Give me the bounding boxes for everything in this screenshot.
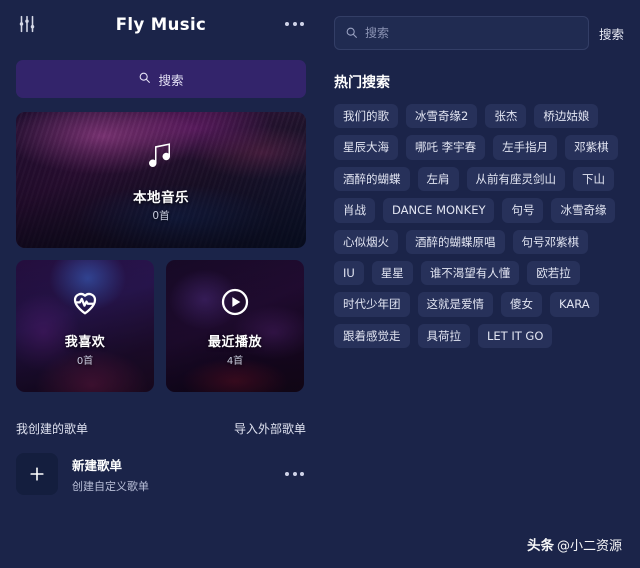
- new-playlist-row[interactable]: 新建歌单 创建自定义歌单: [16, 453, 306, 495]
- hot-search-tag[interactable]: 下山: [573, 166, 614, 192]
- watermark-handle: @小二资源: [556, 539, 622, 554]
- left-panel: Fly Music 搜索 本地音乐 0首 我喜欢 0首 最近播放 4首 我创建的…: [0, 0, 322, 568]
- search-button-label: 搜索: [158, 72, 184, 88]
- right-panel: 搜索 热门搜索 我们的歌冰雪奇缘2 张杰桥边姑娘星辰大海哪吒 李宇春左手指月邓紫棋…: [322, 0, 640, 568]
- local-music-overlay: 本地音乐 0首: [16, 112, 306, 248]
- recently-played-overlay: 最近播放 4首: [166, 260, 304, 392]
- music-note-icon: [143, 137, 179, 177]
- search-button[interactable]: 搜索: [16, 60, 306, 98]
- hot-search-tag[interactable]: 酒醉的蝴蝶: [334, 166, 410, 192]
- favorites-count: 0首: [76, 355, 94, 367]
- hot-search-tag[interactable]: IU: [334, 260, 364, 286]
- hot-search-tag[interactable]: 星辰大海: [334, 135, 398, 160]
- play-circle-icon: [219, 286, 251, 322]
- hot-search-tag[interactable]: 时代少年团: [334, 292, 410, 317]
- quick-access-cards: 我喜欢 0首 最近播放 4首: [16, 260, 306, 392]
- my-playlists-label: 我创建的歌单: [16, 422, 89, 436]
- hot-search-tag[interactable]: 句号邓紫棋: [512, 229, 588, 254]
- recently-played-title: 最近播放: [207, 334, 262, 350]
- favorites-title: 我喜欢: [64, 334, 106, 350]
- local-music-card[interactable]: 本地音乐 0首: [16, 112, 306, 248]
- favorites-card[interactable]: 我喜欢 0首: [16, 260, 154, 392]
- hot-search-tag[interactable]: DANCE MONKEY: [383, 198, 495, 223]
- hot-search-tag[interactable]: 星星: [371, 260, 413, 286]
- hot-search-tag[interactable]: 欧若拉: [527, 260, 580, 286]
- local-music-title: 本地音乐: [133, 190, 189, 206]
- hot-search-tag[interactable]: 跟着感觉走: [334, 323, 410, 348]
- hot-search-tag[interactable]: 哪吒 李宇春: [406, 135, 486, 160]
- hot-search-tag[interactable]: 张杰: [485, 104, 527, 129]
- new-playlist-text: 新建歌单 创建自定义歌单: [72, 455, 269, 494]
- title-bar: Fly Music: [16, 0, 306, 48]
- hot-search-tag[interactable]: 傻女: [501, 292, 542, 317]
- search-icon: [138, 71, 151, 87]
- playlist-more-icon[interactable]: [283, 468, 306, 480]
- search-submit-button[interactable]: 搜索: [599, 24, 624, 43]
- hot-search-tag[interactable]: 左肩: [417, 166, 459, 192]
- music-app-window: Fly Music 搜索 本地音乐 0首 我喜欢 0首 最近播放 4首 我创建的…: [0, 0, 640, 568]
- hot-search-tag[interactable]: LET IT GO: [478, 323, 553, 348]
- hot-searches-tag-list: 我们的歌 冰雪奇缘2 张杰 桥边姑娘星辰大海 哪吒 李宇春 左手指月 邓紫棋酒醉的蝴蝶 左肩从…: [334, 104, 624, 348]
- hot-search-tag[interactable]: 冰雪奇缘: [551, 198, 616, 223]
- import-playlist-button[interactable]: 导入外部歌单: [234, 420, 306, 437]
- search-input[interactable]: [365, 26, 578, 40]
- local-music-count: 0首: [152, 210, 170, 222]
- hot-search-tag[interactable]: 谁不渴望有人懂: [420, 260, 520, 286]
- playlists-section-header: 我创建的歌单 导入外部歌单: [16, 420, 306, 437]
- hot-search-tag[interactable]: 心似烟火: [334, 229, 398, 254]
- watermark: 头条 @小二资源: [527, 534, 622, 554]
- hot-search-tag[interactable]: 桥边姑娘: [534, 104, 599, 129]
- sliders-icon[interactable]: [16, 13, 38, 35]
- favorites-overlay: 我喜欢 0首: [16, 260, 154, 392]
- app-title: Fly Music: [115, 14, 207, 34]
- hot-search-tag[interactable]: 这就是爱情: [417, 292, 493, 317]
- recently-played-count: 4首: [226, 355, 244, 367]
- hot-search-tag[interactable]: 酒醉的蝴蝶原唱: [406, 229, 505, 254]
- recently-played-card[interactable]: 最近播放 4首: [166, 260, 304, 392]
- search-bar: 搜索: [334, 16, 624, 50]
- hot-search-tag[interactable]: 邓紫棋: [565, 135, 618, 160]
- hot-search-tag[interactable]: 冰雪奇缘2: [406, 104, 478, 129]
- new-playlist-title: 新建歌单: [72, 457, 123, 473]
- hot-search-tag[interactable]: 从前有座灵剑山: [466, 166, 565, 192]
- search-field[interactable]: [334, 16, 589, 50]
- plus-icon[interactable]: [16, 453, 58, 495]
- hot-search-tag[interactable]: 具荷拉: [417, 323, 470, 348]
- more-horizontal-icon[interactable]: [283, 18, 306, 30]
- new-playlist-subtitle: 创建自定义歌单: [72, 479, 149, 493]
- heart-pulse-icon: [69, 286, 101, 322]
- hot-search-tag[interactable]: 我们的歌: [334, 104, 398, 129]
- hot-search-tag[interactable]: 句号: [502, 198, 544, 223]
- watermark-brand: 头条: [526, 538, 554, 554]
- hot-search-tag[interactable]: 肖战: [334, 198, 375, 223]
- hot-searches-title: 热门搜索: [334, 75, 390, 91]
- search-icon: [345, 24, 358, 43]
- hot-search-tag[interactable]: KARA: [550, 292, 599, 317]
- hot-search-tag[interactable]: 左手指月: [493, 135, 558, 160]
